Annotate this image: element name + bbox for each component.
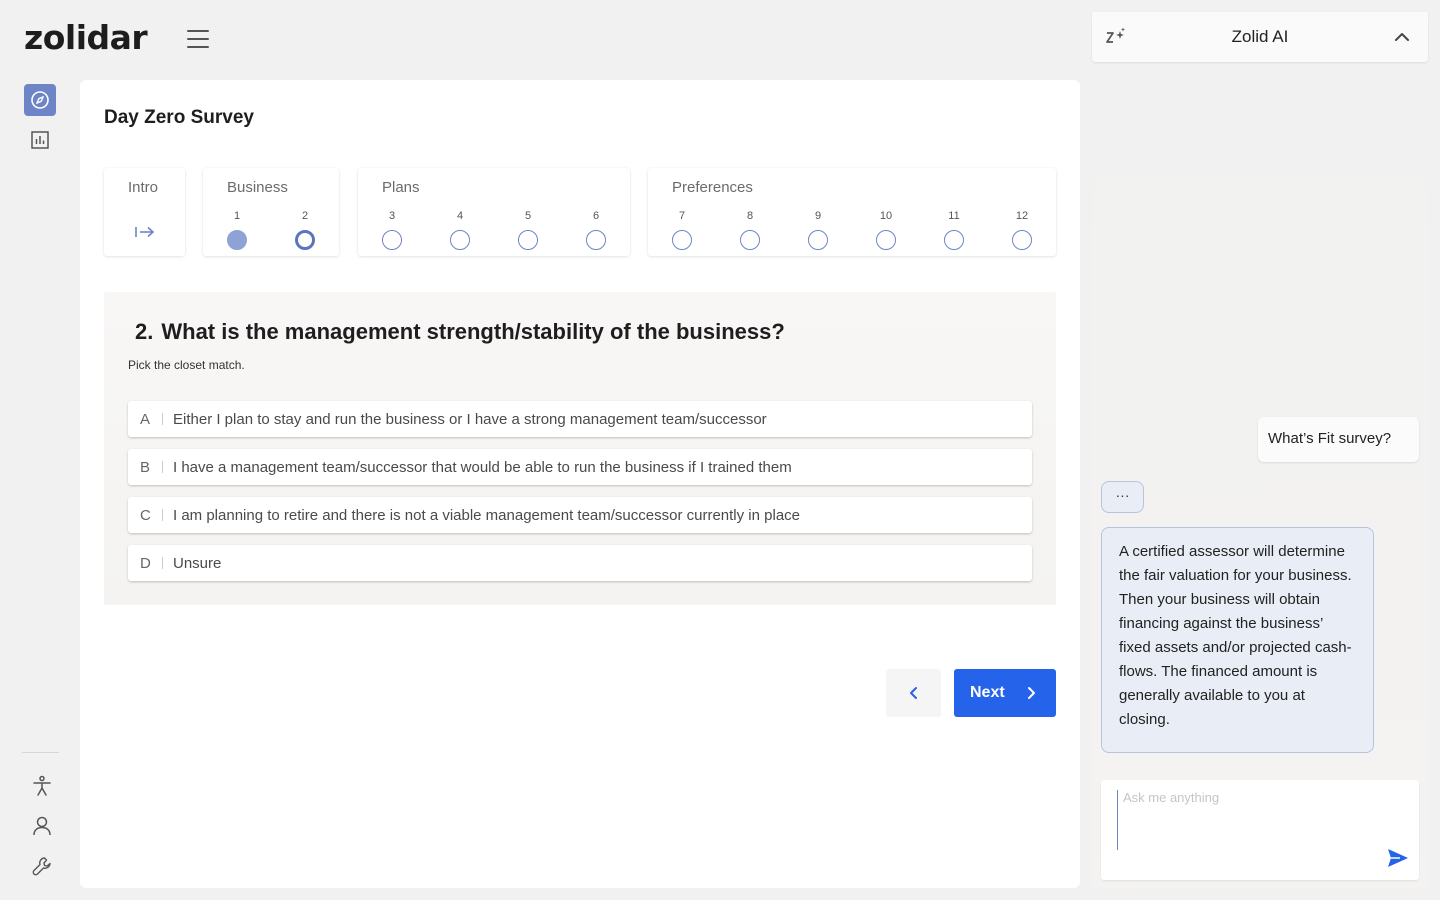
option-divider	[162, 461, 163, 473]
step-dot	[450, 230, 470, 250]
step-business: Business 1 2	[203, 168, 339, 256]
option-text: Either I plan to stay and run the busine…	[173, 410, 767, 428]
question-hint: Pick the closet match.	[128, 358, 245, 372]
option-divider	[162, 509, 163, 521]
step-dot-complete	[227, 230, 247, 250]
chat-header: Zolid AI	[1092, 12, 1428, 62]
step-label: Intro	[128, 179, 159, 196]
step-question-2[interactable]: 2	[294, 210, 316, 250]
step-question-7[interactable]: 7	[671, 210, 693, 250]
step-question-6[interactable]: 6	[585, 210, 607, 250]
step-question-12[interactable]: 12	[1011, 210, 1033, 250]
step-dot	[586, 230, 606, 250]
step-question-5[interactable]: 5	[517, 210, 539, 250]
next-button[interactable]: Next	[954, 669, 1056, 717]
send-icon[interactable]	[1387, 848, 1409, 873]
step-question-9[interactable]: 9	[807, 210, 829, 250]
step-question-8[interactable]: 8	[739, 210, 761, 250]
user-message: What’s Fit survey?	[1258, 417, 1419, 462]
step-number: 7	[678, 210, 686, 222]
ai-message: A certified assessor will determine the …	[1101, 527, 1374, 753]
chevron-right-icon	[1028, 687, 1035, 699]
option-text: I have a management team/successor that …	[173, 458, 792, 476]
option-b[interactable]: B I have a management team/successor that…	[128, 449, 1032, 485]
question-text: What is the management strength/stabilit…	[161, 319, 785, 344]
option-text: I am planning to retire and there is not…	[173, 506, 800, 524]
previous-button[interactable]	[886, 669, 941, 717]
option-divider	[162, 413, 163, 425]
option-divider	[162, 557, 163, 569]
rail-divider	[22, 752, 59, 753]
step-question-11[interactable]: 11	[943, 210, 965, 250]
step-plans: Plans 3 4 5 6	[358, 168, 630, 256]
compass-icon[interactable]	[24, 84, 56, 116]
step-number: 4	[456, 210, 464, 222]
step-intro: Intro	[104, 168, 185, 256]
step-dot	[1012, 230, 1032, 250]
survey-card: Day Zero Survey Intro Business 1 2 Plans…	[80, 80, 1080, 888]
step-number: 3	[388, 210, 396, 222]
start-arrow-icon[interactable]	[134, 223, 156, 241]
chat-input-box	[1101, 780, 1419, 880]
question-number: 2.	[135, 319, 154, 344]
step-dot	[672, 230, 692, 250]
step-question-3[interactable]: 3	[381, 210, 403, 250]
step-number: 9	[814, 210, 822, 222]
menu-icon[interactable]	[187, 30, 209, 50]
step-number: 8	[746, 210, 754, 222]
option-letter: C	[140, 506, 151, 524]
step-number: 12	[1015, 210, 1029, 222]
step-label: Plans	[382, 179, 420, 196]
zolidar-logo: zolidar	[24, 18, 148, 57]
step-number: 2	[301, 210, 309, 222]
accessibility-icon[interactable]	[26, 770, 58, 802]
chevron-up-icon[interactable]	[1394, 29, 1410, 47]
step-number: 5	[524, 210, 532, 222]
step-preferences: Preferences 7 8 9 10 11 12	[648, 168, 1056, 256]
option-letter: A	[140, 410, 151, 428]
page-title: Day Zero Survey	[104, 107, 254, 128]
chevron-left-icon	[909, 687, 917, 699]
option-a[interactable]: A Either I plan to stay and run the busin…	[128, 401, 1032, 437]
option-letter: B	[140, 458, 151, 476]
question-title: 2. What is the management strength/stabil…	[135, 319, 785, 345]
option-c[interactable]: C I am planning to retire and there is no…	[128, 497, 1032, 533]
survey-stepper: Intro Business 1 2 Plans 3 4 5 6 Prefere…	[104, 168, 1056, 256]
chat-title: Zolid AI	[1231, 27, 1289, 46]
step-question-10[interactable]: 10	[875, 210, 897, 250]
typing-indicator: ···	[1101, 481, 1144, 513]
step-dot	[808, 230, 828, 250]
step-dot	[382, 230, 402, 250]
user-icon[interactable]	[26, 810, 58, 842]
step-label: Business	[227, 179, 288, 196]
option-letter: D	[140, 554, 151, 572]
step-question-1[interactable]: 1	[226, 210, 248, 250]
question-panel: 2. What is the management strength/stabil…	[104, 292, 1056, 605]
step-number: 11	[948, 210, 960, 222]
step-dot-current	[295, 230, 315, 250]
step-number: 1	[233, 210, 241, 222]
step-dot	[740, 230, 760, 250]
wrench-icon[interactable]	[26, 850, 58, 882]
chat-input[interactable]	[1117, 790, 1387, 850]
step-question-4[interactable]: 4	[449, 210, 471, 250]
rail-bottom	[24, 770, 58, 890]
side-rail	[22, 84, 58, 164]
ai-chat-panel: Zolid AI What’s Fit survey? ··· A certif…	[1092, 12, 1428, 888]
option-text: Unsure	[173, 554, 222, 572]
step-number: 10	[879, 210, 893, 222]
step-number: 6	[592, 210, 600, 222]
step-label: Preferences	[672, 179, 753, 196]
next-button-label: Next	[970, 684, 1005, 701]
bar-chart-icon[interactable]	[24, 124, 56, 156]
option-d[interactable]: D Unsure	[128, 545, 1032, 581]
step-dot	[518, 230, 538, 250]
step-dot	[876, 230, 896, 250]
step-dot	[944, 230, 964, 250]
